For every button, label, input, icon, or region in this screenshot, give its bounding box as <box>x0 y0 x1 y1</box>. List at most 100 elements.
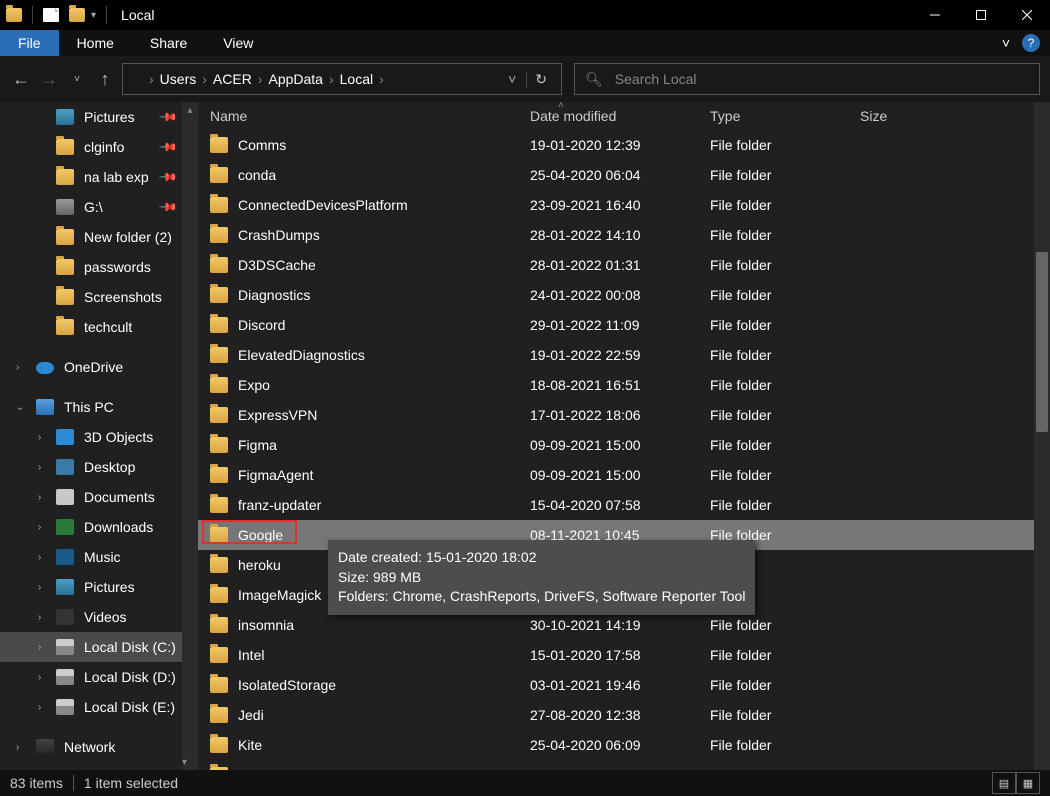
nav-forward-button[interactable]: → <box>38 69 60 90</box>
col-name[interactable]: Name <box>198 108 518 124</box>
expand-icon[interactable]: › <box>38 612 41 623</box>
file-row[interactable]: Diagnostics24-01-2022 00:08File folder <box>198 280 1050 310</box>
expand-icon[interactable]: › <box>38 642 41 653</box>
address-dropdown-icon[interactable]: ˅ <box>498 71 526 87</box>
view-large-button[interactable]: ▦ <box>1016 772 1040 794</box>
sidebar-item[interactable]: ›3D Objects <box>0 422 198 452</box>
nav-up-button[interactable]: ↑ <box>94 69 116 90</box>
file-row[interactable]: conda25-04-2020 06:04File folder <box>198 160 1050 190</box>
sidebar-item[interactable]: ›Local Disk (D:) <box>0 662 198 692</box>
sidebar-item[interactable]: ›Local Disk (C:) <box>0 632 198 662</box>
sidebar-item[interactable]: ›Pictures <box>0 572 198 602</box>
address-bar[interactable]: › Users › ACER › AppData › Local › ˅ ↻ <box>122 63 562 95</box>
nav-history-button[interactable]: ˅ <box>66 74 88 85</box>
folder-icon <box>210 767 228 770</box>
file-name: FigmaAgent <box>238 467 313 483</box>
folder-icon <box>210 317 228 333</box>
sidebar-item[interactable]: techcult <box>0 312 198 342</box>
maximize-button[interactable] <box>958 0 1004 30</box>
col-type[interactable]: Type <box>698 108 848 124</box>
col-date[interactable]: Date modified <box>518 108 698 124</box>
sidebar-thispc[interactable]: ⌄This PC <box>0 392 198 422</box>
sidebar-scrollbar[interactable]: ▴▾ <box>182 102 198 770</box>
sidebar-item[interactable]: ›Local Disk (E:) <box>0 692 198 722</box>
file-name: Comms <box>238 137 286 153</box>
sidebar-item-label: Music <box>84 549 121 565</box>
expand-icon[interactable]: › <box>38 582 41 593</box>
breadcrumb[interactable]: Local <box>334 71 379 87</box>
network-icon <box>36 739 54 755</box>
sidebar-item[interactable]: › Music <box>0 542 198 572</box>
expand-icon[interactable]: › <box>16 362 19 373</box>
file-row[interactable]: Jedi27-08-2020 12:38File folder <box>198 700 1050 730</box>
collapse-icon[interactable]: ⌄ <box>16 402 24 413</box>
file-row[interactable]: Expo18-08-2021 16:51File folder <box>198 370 1050 400</box>
nav-back-button[interactable]: ← <box>10 69 32 90</box>
file-row[interactable]: Comms19-01-2020 12:39File folder <box>198 130 1050 160</box>
qat-dropdown-icon[interactable]: ▾ <box>91 10 96 21</box>
expand-icon[interactable]: › <box>38 702 41 713</box>
qat-newfolder-icon[interactable] <box>69 8 85 22</box>
expand-icon[interactable]: › <box>38 522 41 533</box>
folder-icon <box>210 647 228 663</box>
file-type: File folder <box>698 497 848 513</box>
file-row[interactable]: ExpressVPN17-01-2022 18:06File folder <box>198 400 1050 430</box>
breadcrumb[interactable]: AppData <box>262 71 328 87</box>
file-scrollbar[interactable] <box>1034 102 1050 770</box>
file-row[interactable]: CrashDumps28-01-2022 14:10File folder <box>198 220 1050 250</box>
sidebar-item[interactable]: clginfo📌 <box>0 132 198 162</box>
file-row[interactable]: ConnectedDevicesPlatform23-09-2021 16:40… <box>198 190 1050 220</box>
sidebar-item[interactable]: ›Desktop <box>0 452 198 482</box>
help-button[interactable]: ? <box>1022 34 1040 52</box>
expand-icon[interactable]: › <box>38 492 41 503</box>
file-row[interactable]: MathWorks26-08-2020 08:07File folder <box>198 760 1050 770</box>
file-row[interactable]: Intel15-01-2020 17:58File folder <box>198 640 1050 670</box>
sidebar-item-label: clginfo <box>84 139 124 155</box>
file-row[interactable]: D3DSCache28-01-2022 01:31File folder <box>198 250 1050 280</box>
expand-icon[interactable]: › <box>38 552 41 563</box>
file-row[interactable]: Kite25-04-2020 06:09File folder <box>198 730 1050 760</box>
minimize-button[interactable] <box>912 0 958 30</box>
sidebar-item[interactable]: ›Videos <box>0 602 198 632</box>
status-selection: 1 item selected <box>84 775 178 791</box>
qat-properties-icon[interactable] <box>43 8 59 22</box>
close-button[interactable] <box>1004 0 1050 30</box>
sidebar-item[interactable]: Screenshots <box>0 282 198 312</box>
file-name: Intel <box>238 647 264 663</box>
file-row[interactable]: franz-updater15-04-2020 07:58File folder <box>198 490 1050 520</box>
sidebar-item[interactable]: Pictures📌 <box>0 102 198 132</box>
expand-icon[interactable]: › <box>38 462 41 473</box>
breadcrumb[interactable]: ACER <box>207 71 258 87</box>
file-tab[interactable]: File <box>0 30 59 56</box>
file-date: 23-09-2021 16:40 <box>518 197 698 213</box>
tab-home[interactable]: Home <box>59 31 132 55</box>
file-row[interactable]: FigmaAgent09-09-2021 15:00File folder <box>198 460 1050 490</box>
file-row[interactable]: IsolatedStorage03-01-2021 19:46File fold… <box>198 670 1050 700</box>
sidebar-item[interactable]: New folder (2) <box>0 222 198 252</box>
col-size[interactable]: Size <box>848 108 1050 124</box>
sidebar-onedrive[interactable]: ›OneDrive <box>0 352 198 382</box>
view-details-button[interactable]: ▤ <box>992 772 1016 794</box>
sidebar-item[interactable]: na lab exp📌 <box>0 162 198 192</box>
file-row[interactable]: Figma09-09-2021 15:00File folder <box>198 430 1050 460</box>
sidebar-item[interactable]: ›Documents <box>0 482 198 512</box>
sidebar-item[interactable]: G:\📌 <box>0 192 198 222</box>
tab-view[interactable]: View <box>205 31 271 55</box>
file-name: heroku <box>238 557 281 573</box>
folder-icon <box>56 319 74 335</box>
expand-icon[interactable]: › <box>16 742 19 753</box>
sidebar-item[interactable]: ›Downloads <box>0 512 198 542</box>
file-type: File folder <box>698 347 848 363</box>
search-box[interactable]: 🔍︎ Search Local <box>574 63 1040 95</box>
file-row[interactable]: Discord29-01-2022 11:09File folder <box>198 310 1050 340</box>
tab-share[interactable]: Share <box>132 31 205 55</box>
breadcrumb[interactable]: Users <box>154 71 203 87</box>
sidebar-item[interactable]: passwords <box>0 252 198 282</box>
search-placeholder: Search Local <box>615 71 697 87</box>
sidebar-network[interactable]: ›Network <box>0 732 198 762</box>
file-row[interactable]: ElevatedDiagnostics19-01-2022 22:59File … <box>198 340 1050 370</box>
expand-icon[interactable]: › <box>38 672 41 683</box>
expand-icon[interactable]: › <box>38 432 41 443</box>
ribbon-collapse-icon[interactable]: ˅ <box>994 35 1018 51</box>
refresh-button[interactable]: ↻ <box>526 71 555 88</box>
